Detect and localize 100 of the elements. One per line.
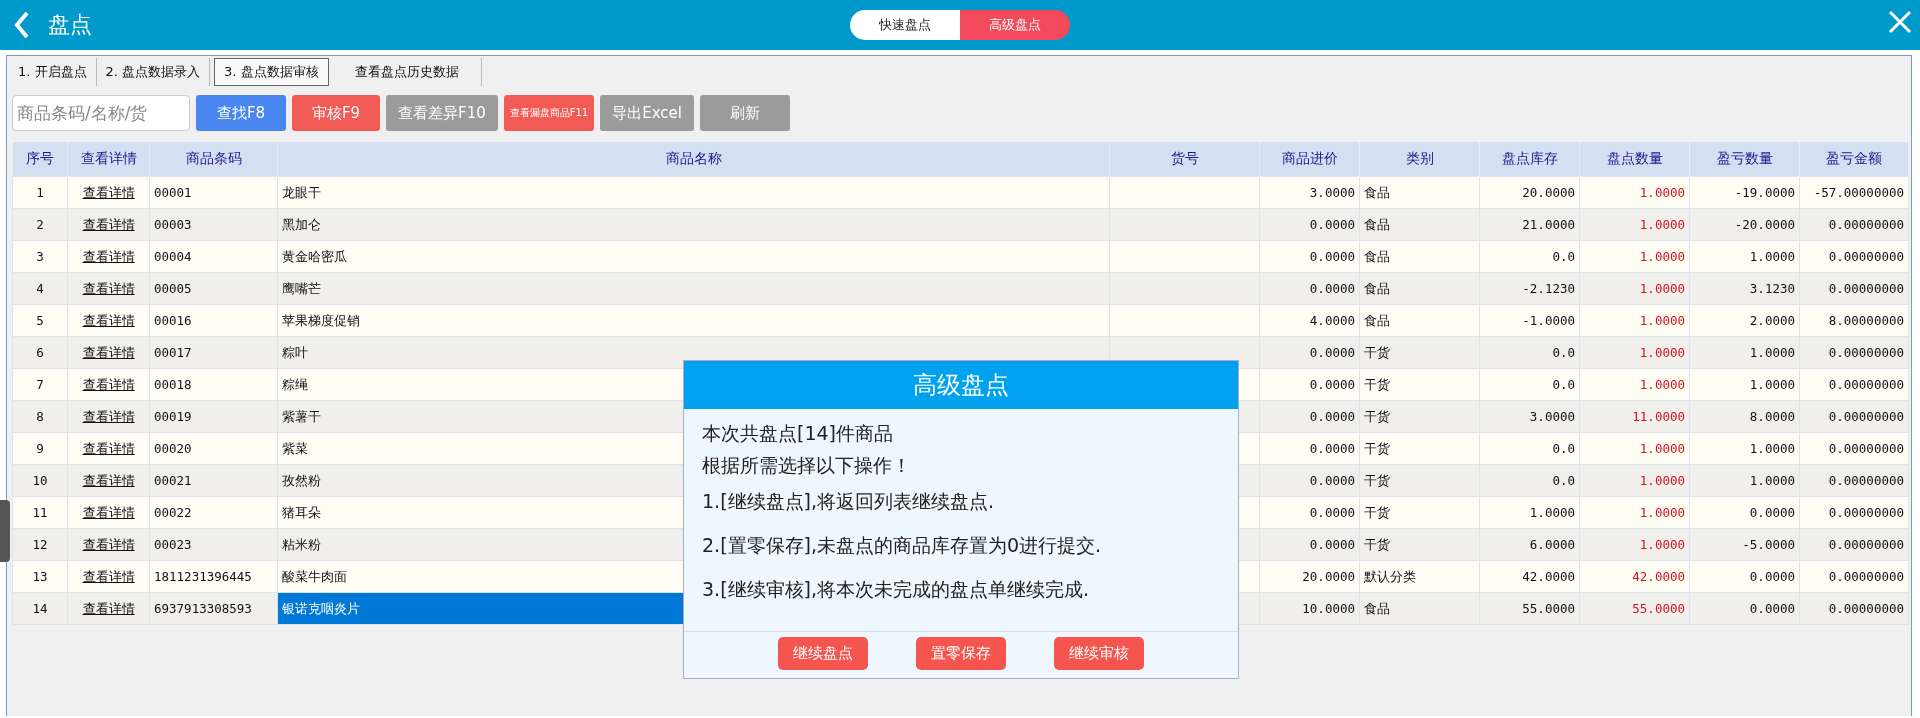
mode-toggle[interactable]: 快速盘点 xyxy=(850,10,960,40)
table-cell: 8.0000 xyxy=(1749,409,1795,424)
column-header: 商品进价 xyxy=(1259,142,1360,177)
table-cell: 食品 xyxy=(1364,216,1390,232)
table-cell: 干货 xyxy=(1364,472,1390,488)
table-cell: 42.0000 xyxy=(1522,569,1575,584)
table-cell: 7 xyxy=(36,377,44,392)
table-cell: 20.0000 xyxy=(1522,185,1575,200)
table-cell: 紫菜 xyxy=(282,440,308,456)
table-cell: 9 xyxy=(36,441,44,456)
table-cell: 10.0000 xyxy=(1302,601,1355,616)
tab[interactable]: 3. 盘点数据审核 xyxy=(214,58,329,86)
table-cell: 酸菜牛肉面 xyxy=(282,568,347,584)
table-cell: 默认分类 xyxy=(1364,568,1416,584)
mode-toggle[interactable]: 高级盘点 xyxy=(960,10,1070,40)
table-cell: 0.0000 xyxy=(1309,409,1355,424)
table-cell: 1.0000 xyxy=(1749,249,1795,264)
table-cell: 0.0 xyxy=(1552,441,1575,456)
table-cell: 1.0000 xyxy=(1639,537,1685,552)
table-cell: 00023 xyxy=(154,537,192,552)
tab[interactable]: 2. 盘点数据录入 xyxy=(96,58,211,86)
toolbar-button[interactable]: 查找F8 xyxy=(196,95,286,131)
table-cell: 1811231396445 xyxy=(154,569,252,584)
column-header: 货号 xyxy=(1109,142,1260,177)
side-handle[interactable] xyxy=(0,500,10,562)
tab[interactable]: 1. 开启盘点 xyxy=(9,58,97,86)
table-cell: 0.00000000 xyxy=(1828,281,1904,296)
table-cell: -5.0000 xyxy=(1742,537,1795,552)
table-cell: 0.00000000 xyxy=(1828,537,1904,552)
table-cell: 8.00000000 xyxy=(1828,313,1904,328)
dialog-title: 高级盘点 xyxy=(684,361,1238,409)
column-header: 商品名称 xyxy=(277,142,1110,177)
table-cell: 0.0 xyxy=(1552,345,1575,360)
tab[interactable]: 查看盘点历史数据 xyxy=(332,58,482,86)
table-cell: 1.0000 xyxy=(1749,377,1795,392)
column-header: 查看详情 xyxy=(67,142,150,177)
table-cell: 1.0000 xyxy=(1639,377,1685,392)
table-cell: 00004 xyxy=(154,249,192,264)
table-cell: 0.00000000 xyxy=(1828,473,1904,488)
table-cell: 00001 xyxy=(154,185,192,200)
table-cell: 粽叶 xyxy=(282,344,308,360)
page-title: 盘点 xyxy=(48,11,92,39)
table-cell: -20.0000 xyxy=(1734,217,1795,232)
table-cell: 11.0000 xyxy=(1632,409,1685,424)
table-cell: 干货 xyxy=(1364,440,1390,456)
table-cell: 0.0 xyxy=(1552,377,1575,392)
table-cell: 42.0000 xyxy=(1632,569,1685,584)
table-cell: 0.0 xyxy=(1552,473,1575,488)
table-cell: -19.0000 xyxy=(1734,185,1795,200)
table-cell: 1.0000 xyxy=(1749,441,1795,456)
table-cell: 0.00000000 xyxy=(1828,601,1904,616)
column-header: 盘点库存 xyxy=(1479,142,1580,177)
table-cell: 0.0000 xyxy=(1309,537,1355,552)
table-cell: 0.0000 xyxy=(1309,473,1355,488)
table-cell: 00017 xyxy=(154,345,192,360)
table-cell: 0.00000000 xyxy=(1828,345,1904,360)
table-cell: 55.0000 xyxy=(1522,601,1575,616)
table-cell: 0.00000000 xyxy=(1828,377,1904,392)
table-cell: 干货 xyxy=(1364,408,1390,424)
search-field[interactable]: 商品条码/名称/货 xyxy=(12,95,190,131)
table-cell: 苹果梯度促销 xyxy=(282,312,360,328)
table-cell: 鹰嘴芒 xyxy=(282,280,321,296)
table-cell: 00022 xyxy=(154,505,192,520)
table-cell: 6937913308593 xyxy=(154,601,252,616)
table-cell: 00021 xyxy=(154,473,192,488)
table-cell: 14 xyxy=(32,601,48,616)
table-cell: 1.0000 xyxy=(1529,505,1575,520)
table-cell: 00005 xyxy=(154,281,192,296)
table-cell: 0.0000 xyxy=(1749,505,1795,520)
table-cell: 3.0000 xyxy=(1529,409,1575,424)
table-cell: 食品 xyxy=(1364,248,1390,264)
table-cell: 1.0000 xyxy=(1639,249,1685,264)
table-cell: 0.00000000 xyxy=(1828,569,1904,584)
dialog-text: 3.[继续审核],将本次未完成的盘点单继续完成. xyxy=(702,577,1091,602)
table-cell: 0.0000 xyxy=(1309,441,1355,456)
table-cell: 0.0000 xyxy=(1309,505,1355,520)
column-header: 序号 xyxy=(12,142,68,177)
table-cell: 0.00000000 xyxy=(1828,505,1904,520)
table-cell: 银诺克咽炎片 xyxy=(278,593,684,624)
table-cell: 55.0000 xyxy=(1632,601,1685,616)
table-cell: 6.0000 xyxy=(1529,537,1575,552)
table-cell: 20.0000 xyxy=(1302,569,1355,584)
table-cell: 00019 xyxy=(154,409,192,424)
table-cell: 00020 xyxy=(154,441,192,456)
table-cell: 1.0000 xyxy=(1639,441,1685,456)
table-cell: 1.0000 xyxy=(1639,505,1685,520)
table-cell: 8 xyxy=(36,409,44,424)
table-cell: 4 xyxy=(36,281,44,296)
table-cell: 紫薯干 xyxy=(282,408,321,424)
table-cell: 00018 xyxy=(154,377,192,392)
table-cell: 4.0000 xyxy=(1309,313,1355,328)
table-cell: 11 xyxy=(32,505,48,520)
column-header: 盈亏数量 xyxy=(1689,142,1800,177)
table-cell: -2.1230 xyxy=(1522,281,1575,296)
close-icon[interactable] xyxy=(1888,10,1912,34)
table-cell: 00003 xyxy=(154,217,192,232)
table-cell: 5 xyxy=(36,313,44,328)
table-cell: 2.0000 xyxy=(1749,313,1795,328)
table-cell: 孜然粉 xyxy=(282,472,321,488)
table-cell: 龙眼干 xyxy=(282,184,321,200)
